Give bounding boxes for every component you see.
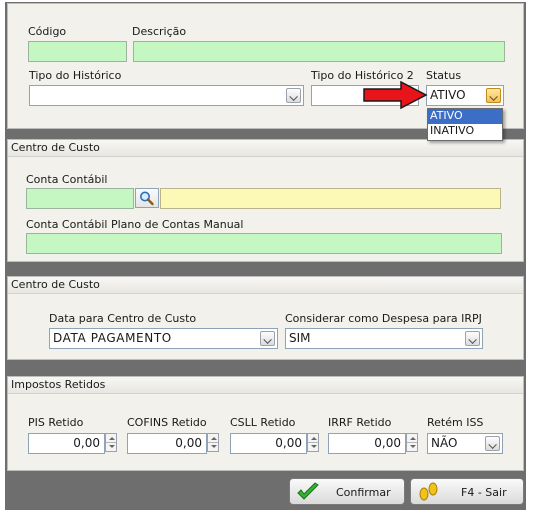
confirmar-button[interactable]: Confirmar [289, 478, 405, 505]
centro-custo-title: Centro de Custo [8, 140, 523, 157]
pis-field[interactable]: 0,00 [28, 433, 105, 454]
conta-contabil-description [160, 188, 501, 209]
centro-custo-2-panel: Centro de Custo Data para Centro de Cust… [7, 276, 524, 360]
chevron-down-icon[interactable] [260, 331, 275, 346]
data-centro-custo-value: DATA PAGAMENTO [53, 331, 172, 345]
centro-custo-2-title: Centro de Custo [8, 277, 523, 294]
pis-label: PIS Retido [28, 416, 84, 429]
data-centro-custo-select[interactable]: DATA PAGAMENTO [49, 328, 278, 349]
impostos-title: Impostos Retidos [8, 377, 523, 394]
csll-spinner[interactable] [307, 433, 319, 452]
irrf-field[interactable]: 0,00 [328, 433, 406, 454]
cofins-spinner[interactable] [207, 433, 219, 452]
retem-iss-value: NÃO [431, 436, 458, 450]
confirmar-label: Confirmar [336, 486, 391, 499]
chevron-down-icon[interactable] [485, 436, 500, 451]
search-button[interactable] [135, 188, 159, 208]
chevron-down-icon[interactable] [486, 88, 501, 103]
cofins-label: COFINS Retido [127, 416, 207, 429]
retem-iss-select[interactable]: NÃO [427, 433, 503, 454]
despesa-irpj-select[interactable]: SIM [285, 328, 483, 349]
magnifier-icon [140, 191, 154, 206]
descricao-field[interactable] [133, 41, 505, 62]
footprints-icon [419, 482, 438, 501]
status-option-inativo[interactable]: INATIVO [428, 124, 502, 139]
csll-label: CSLL Retido [230, 416, 296, 429]
centro-custo-panel: Centro de Custo Conta Contábil Conta Con… [7, 139, 524, 262]
despesa-irpj-value: SIM [289, 331, 311, 345]
status-select[interactable]: ATIVO [426, 85, 504, 106]
status-label: Status [426, 69, 462, 82]
red-arrow-icon [363, 80, 428, 110]
data-centro-custo-label: Data para Centro de Custo [49, 312, 197, 325]
plano-manual-field[interactable] [26, 233, 502, 254]
checkmark-icon [297, 482, 319, 500]
despesa-irpj-label: Considerar como Despesa para IRPJ [285, 312, 482, 325]
sair-button[interactable]: F4 - Sair [410, 478, 524, 505]
irrf-spinner[interactable] [406, 433, 418, 452]
plano-manual-label: Conta Contábil Plano de Contas Manual [26, 218, 244, 231]
impostos-panel: Impostos Retidos PIS Retido COFINS Retid… [7, 376, 524, 471]
status-option-ativo[interactable]: ATIVO [428, 109, 502, 124]
codigo-field[interactable] [28, 41, 127, 62]
conta-contabil-label: Conta Contábil [26, 173, 108, 186]
retem-iss-label: Retém ISS [427, 416, 484, 429]
codigo-label: Código [28, 25, 67, 38]
tipo-historico-select[interactable] [29, 85, 304, 106]
descricao-label: Descrição [132, 25, 187, 38]
tipo-historico-label: Tipo do Histórico [29, 69, 122, 82]
chevron-down-icon[interactable] [465, 331, 480, 346]
sair-label: F4 - Sair [461, 486, 507, 499]
status-value: ATIVO [430, 88, 466, 102]
status-dropdown-list[interactable]: ATIVO INATIVO [427, 108, 503, 141]
irrf-label: IRRF Retido [328, 416, 392, 429]
pis-spinner[interactable] [105, 433, 117, 452]
chevron-down-icon[interactable] [286, 88, 301, 103]
csll-field[interactable]: 0,00 [230, 433, 307, 454]
conta-contabil-field[interactable] [26, 188, 134, 209]
cofins-field[interactable]: 0,00 [127, 433, 207, 454]
